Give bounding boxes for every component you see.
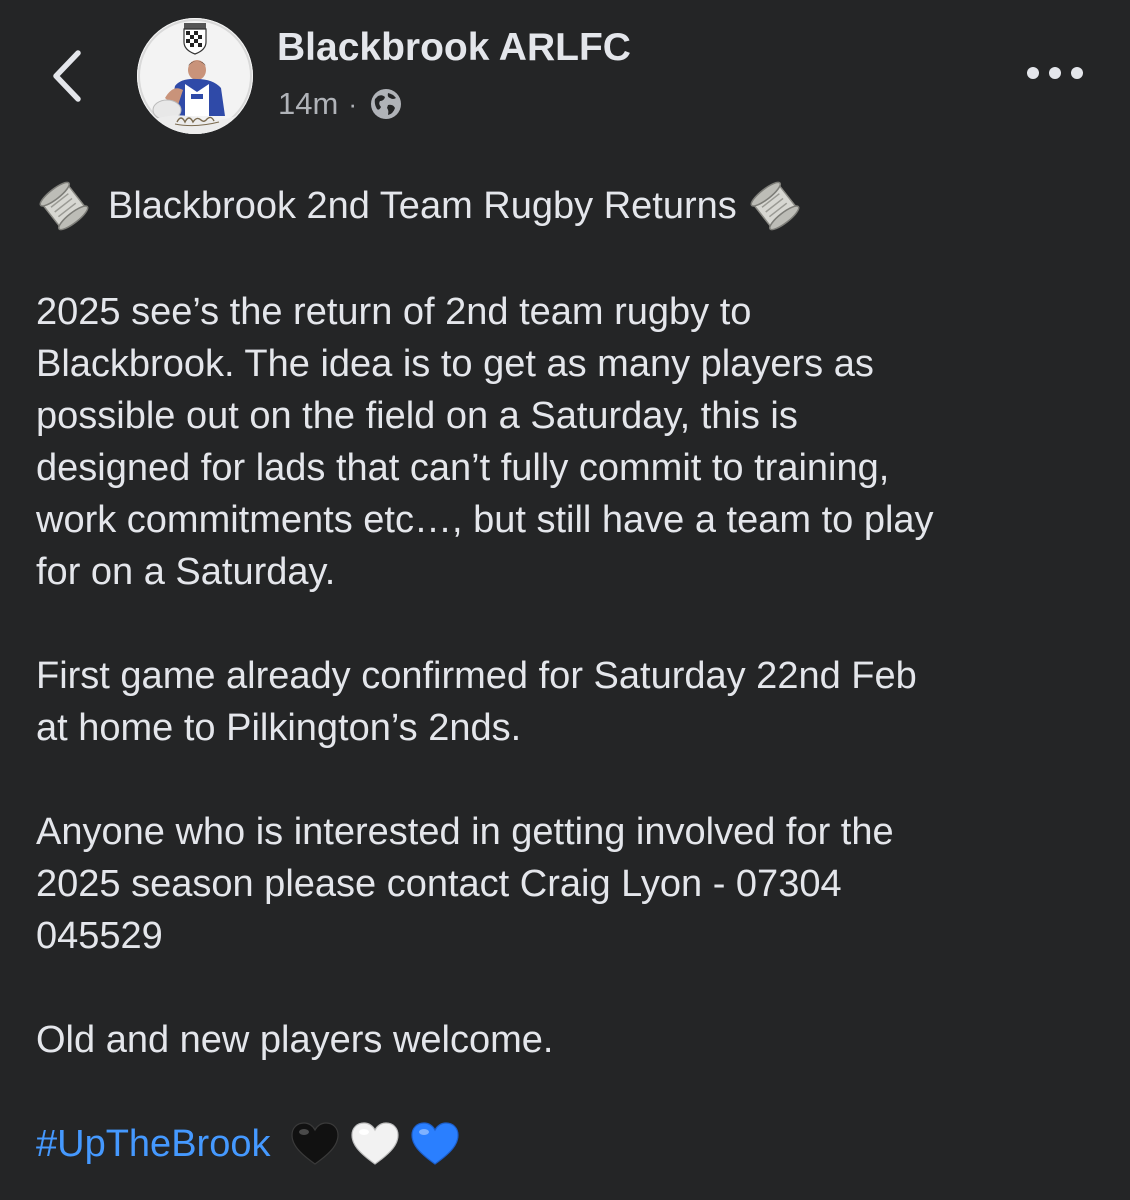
avatar-image [137, 18, 253, 134]
page-name[interactable]: Blackbrook ARLFC [277, 26, 631, 70]
text-line: Old and new players welcome. [36, 1019, 554, 1061]
black-heart-icon [291, 1122, 340, 1165]
text-line: Blackbrook. The idea is to get as many p… [36, 343, 874, 385]
text-line: 2025 season please contact Craig Lyon - … [36, 863, 842, 905]
text-line: possible out on the field on a Saturday,… [36, 395, 798, 437]
text-line: First game already confirmed for Saturda… [36, 655, 917, 697]
text-line: designed for lads that can’t fully commi… [36, 447, 890, 489]
text-line: 045529 [36, 915, 163, 957]
text-line: at home to Pilkington’s 2nds. [36, 707, 522, 749]
back-button[interactable] [40, 40, 100, 110]
post-title-line: Blackbrook 2nd Team Rugby Returns [36, 178, 1106, 234]
post-paragraph: First game already confirmed for Saturda… [36, 650, 1106, 754]
post-time[interactable]: 14m [278, 86, 338, 122]
chevron-left-icon [53, 50, 81, 102]
post-body: Blackbrook 2nd Team Rugby Returns 2025 s… [36, 178, 1106, 1170]
scroll-icon [39, 181, 89, 231]
more-options-button[interactable] [1020, 58, 1090, 88]
page-avatar[interactable] [137, 18, 253, 134]
hashtag-line: #UpTheBrook [36, 1118, 1106, 1170]
more-dots-icon [1027, 67, 1083, 79]
crest-logo [183, 23, 207, 55]
post-meta: 14m · [278, 82, 403, 126]
white-heart-icon [351, 1122, 400, 1165]
globe-icon [370, 89, 401, 119]
hashtag-link[interactable]: #UpTheBrook [36, 1118, 270, 1170]
post-paragraph: 2025 see’s the return of 2nd team rugby … [36, 286, 1106, 598]
post-paragraph: Old and new players welcome. [36, 1014, 1106, 1066]
text-line: 2025 see’s the return of 2nd team rugby … [36, 291, 752, 333]
text-line: for on a Saturday. [36, 551, 336, 593]
text-line: Anyone who is interested in getting invo… [36, 811, 894, 853]
post-title: Blackbrook 2nd Team Rugby Returns [108, 185, 737, 227]
post-header: Blackbrook ARLFC 14m · [0, 0, 1130, 160]
meta-separator: · [348, 88, 357, 119]
text-line: work commitments etc…, but still have a … [36, 499, 934, 541]
post-paragraph: Anyone who is interested in getting invo… [36, 806, 1106, 962]
blue-heart-icon [411, 1122, 460, 1165]
scroll-icon [750, 181, 800, 231]
